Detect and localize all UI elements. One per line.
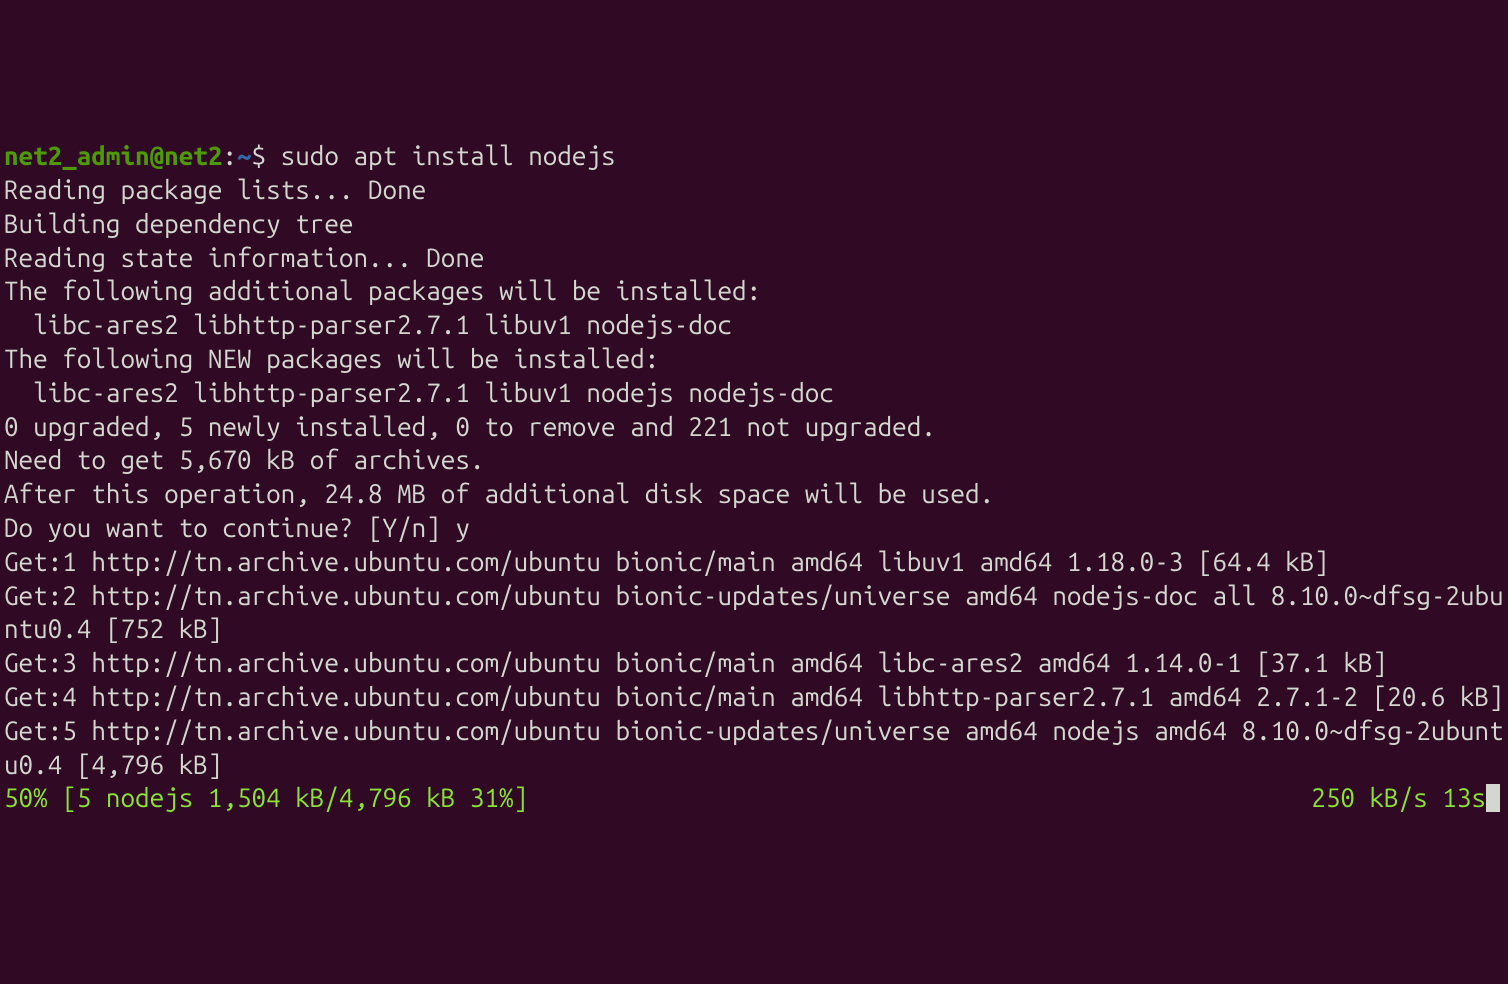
output-line: After this operation, 24.8 MB of additio… [4, 477, 1508, 511]
output-line: Get:2 http://tn.archive.ubuntu.com/ubunt… [4, 579, 1508, 647]
output-line: Get:4 http://tn.archive.ubuntu.com/ubunt… [4, 680, 1508, 714]
output-line: Get:1 http://tn.archive.ubuntu.com/ubunt… [4, 545, 1508, 579]
output-line: libc-ares2 libhttp-parser2.7.1 libuv1 no… [4, 376, 1508, 410]
terminal-window[interactable]: net2_admin@net2:~$ sudo apt install node… [4, 139, 1508, 815]
output-line: The following additional packages will b… [4, 274, 1508, 308]
output-line: Do you want to continue? [Y/n] y [4, 511, 1508, 545]
output-line: Get:3 http://tn.archive.ubuntu.com/ubunt… [4, 646, 1508, 680]
output-line: The following NEW packages will be insta… [4, 342, 1508, 376]
output-line: libc-ares2 libhttp-parser2.7.1 libuv1 no… [4, 308, 1508, 342]
prompt-user: net2_admin [4, 141, 150, 170]
output-line: Reading package lists... Done [4, 173, 1508, 207]
progress-left: 50% [5 nodejs 1,504 kB/4,796 kB 31%] [4, 781, 528, 815]
prompt-host: net2 [164, 141, 222, 170]
command-text: sudo apt install nodejs [281, 141, 616, 170]
output-line: Need to get 5,670 kB of archives. [4, 443, 1508, 477]
prompt-colon: : [222, 141, 237, 170]
progress-right: 250 kB/s 13s [1311, 783, 1486, 812]
prompt-path: ~ [237, 141, 252, 170]
progress-right-container: 250 kB/s 13s [1311, 781, 1508, 815]
progress-row: 50% [5 nodejs 1,504 kB/4,796 kB 31%] 250 … [4, 781, 1508, 815]
prompt-line: net2_admin@net2:~$ sudo apt install node… [4, 139, 1508, 173]
output-line: 0 upgraded, 5 newly installed, 0 to remo… [4, 410, 1508, 444]
prompt-at: @ [150, 141, 165, 170]
prompt-symbol: $ [252, 141, 281, 170]
cursor-icon [1486, 784, 1500, 812]
output-line: Reading state information... Done [4, 241, 1508, 275]
output-line: Building dependency tree [4, 207, 1508, 241]
output-line: Get:5 http://tn.archive.ubuntu.com/ubunt… [4, 714, 1508, 782]
